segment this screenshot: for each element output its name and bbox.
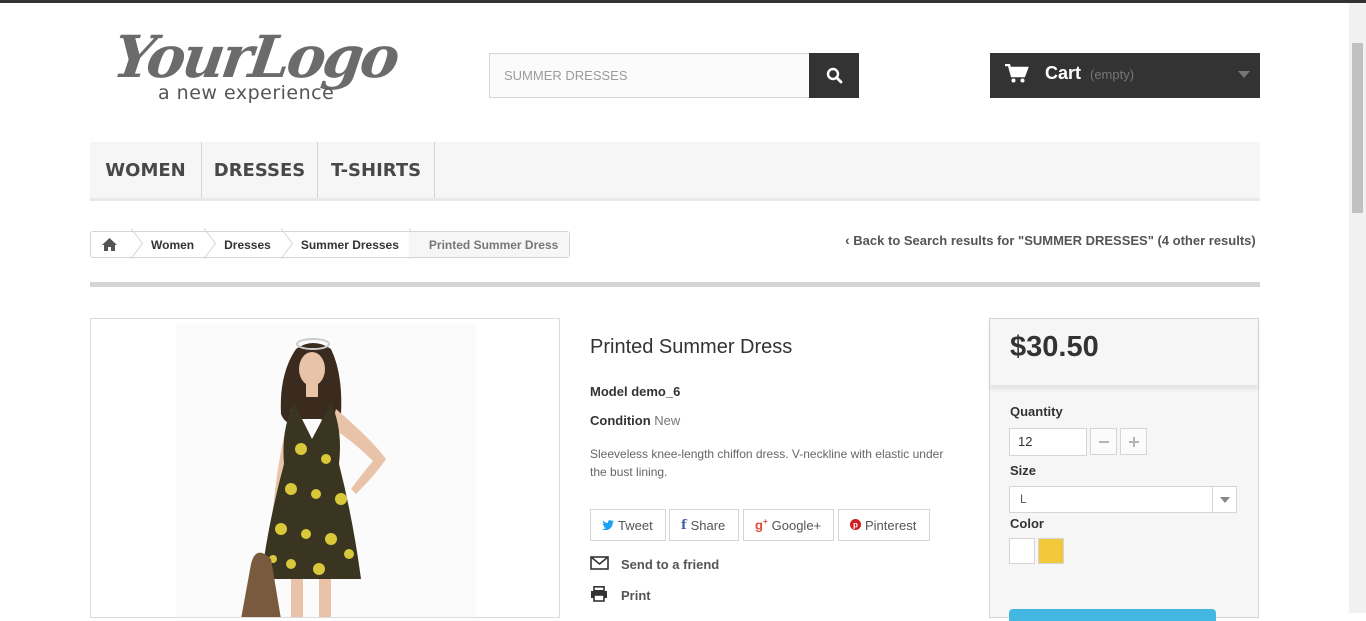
product-price: $30.50 [1010,331,1099,363]
model-label: Model [590,384,628,399]
envelope-icon [590,556,610,573]
chevron-down-icon [1212,487,1236,512]
breadcrumb-current: Printed Summer Dress [408,232,570,257]
page-scrollbar[interactable] [1349,3,1366,613]
back-to-search-link[interactable]: ‹ Back to Search results for "SUMMER DRE… [845,232,1256,248]
print-link[interactable]: Print [590,586,651,605]
print-label: Print [621,588,651,603]
home-icon [102,238,117,251]
back-link-text: Back to Search results for "SUMMER DRESS… [853,233,1256,248]
color-swatch-white[interactable] [1009,538,1035,564]
section-divider [90,282,1260,287]
quantity-decrease-button[interactable] [1090,428,1117,455]
color-swatch-yellow[interactable] [1038,538,1064,564]
price-panel: $30.50 [990,319,1258,386]
breadcrumb-dresses[interactable]: Dresses [204,232,281,257]
googleplus-button[interactable]: g+ Google+ [743,509,834,541]
share-button[interactable]: f Share [669,509,739,541]
cart-icon [1005,64,1029,83]
cart-button[interactable]: Cart (empty) [990,53,1260,98]
cart-label: Cart [1045,63,1082,83]
send-to-friend-link[interactable]: Send to a friend [590,556,719,573]
color-label: Color [1010,516,1044,531]
menu-item-tshirts[interactable]: T-SHIRTS [318,142,435,198]
size-label: Size [1010,463,1037,478]
site-logo[interactable]: YourLogo a new experience [109,23,404,112]
add-to-cart-button[interactable] [1009,609,1216,621]
main-menu: WOMEN DRESSES T-SHIRTS [90,142,1260,201]
breadcrumb-summer-dresses[interactable]: Summer Dresses [281,232,409,257]
chevron-left-icon: ‹ [845,232,850,248]
search-bar [489,53,859,98]
quantity-increase-button[interactable] [1120,428,1147,455]
cart-status: (empty) [1090,67,1135,82]
size-value: L [1020,492,1027,506]
scrollbar-thumb[interactable] [1352,43,1363,213]
send-to-friend-label: Send to a friend [621,557,720,572]
googleplus-icon: g+ [755,517,768,533]
condition-label: Condition [590,413,651,428]
minus-icon [1098,440,1109,443]
condition-value: New [654,413,681,428]
tweet-button[interactable]: Tweet [590,509,666,541]
search-button[interactable] [809,53,859,98]
product-title: Printed Summer Dress [590,336,793,358]
product-condition: Condition New [590,413,680,428]
pinterest-label: Pinterest [865,517,917,533]
googleplus-label: Google+ [771,517,822,533]
twitter-icon [602,518,614,533]
quantity-input[interactable]: 12 [1009,428,1087,456]
plus-icon [1128,436,1139,447]
logo-wordmark: YourLogo [109,23,402,91]
pinterest-button[interactable]: p Pinterest [838,509,930,541]
product-image[interactable] [90,318,560,618]
pinterest-icon: p [850,518,861,533]
model-value: demo_6 [631,384,681,399]
menu-item-dresses[interactable]: DRESSES [202,142,318,198]
share-label: Share [690,517,726,533]
buy-box: $30.50 Quantity 12 Size L Color [989,318,1259,621]
quantity-label: Quantity [1010,404,1063,419]
size-select[interactable]: L [1009,486,1237,513]
search-input[interactable] [489,53,810,98]
svg-text:p: p [853,520,858,529]
logo-tagline: a new experience [158,82,335,104]
search-icon [826,67,842,84]
menu-item-women[interactable]: WOMEN [90,142,202,198]
product-description: Sleeveless knee-length chiffon dress. V-… [590,447,944,479]
chevron-down-icon [1238,71,1250,78]
printer-icon [590,586,610,605]
dress-model-photo [176,324,476,617]
breadcrumb: Women Dresses Summer Dresses Printed Sum… [90,231,571,258]
tweet-label: Tweet [618,517,653,533]
product-model: Model demo_6 [590,384,680,399]
facebook-icon: f [681,517,687,533]
browser-top-edge [0,0,1366,3]
